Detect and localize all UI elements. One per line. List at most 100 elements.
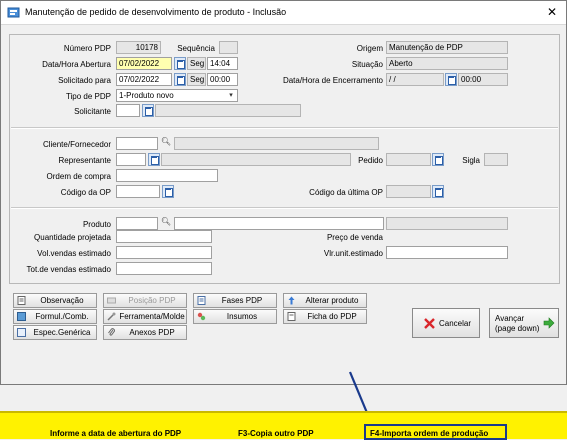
observacao-button[interactable]: Observação <box>13 293 97 308</box>
separator-1 <box>11 127 558 129</box>
espec-generica-label: Espec.Genérica <box>33 328 91 337</box>
solicitante-field[interactable] <box>116 104 140 117</box>
cliente-search-icon[interactable]: 🔍︎ <box>160 135 172 148</box>
representante-name-field <box>161 153 351 166</box>
codigo-ultima-op-field <box>386 185 431 198</box>
avancar-label: Avançar <box>495 314 525 323</box>
fases-pdp-button[interactable]: Fases PDP <box>193 293 277 308</box>
chevron-down-icon[interactable]: ▾ <box>225 90 237 101</box>
cancel-x-icon <box>424 318 435 329</box>
solicitado-para-label: Solicitado para <box>58 76 111 85</box>
encerramento-calendar-icon[interactable] <box>445 73 457 86</box>
produto-search-icon[interactable]: 🔍︎ <box>160 215 172 228</box>
sigla-label: Sigla <box>462 156 480 165</box>
situacao-field: Aberto <box>386 57 508 70</box>
anexos-pdp-button[interactable]: Anexos PDP <box>103 325 187 340</box>
numero-pdp-label: Número PDP <box>63 44 111 53</box>
representante-code-field[interactable] <box>116 153 146 166</box>
pedido-field <box>386 153 431 166</box>
ferramenta-molde-button[interactable]: Ferramenta/Molde <box>103 309 187 324</box>
sequencia-label: Sequência <box>177 44 215 53</box>
edit-product-icon <box>288 296 295 305</box>
alterar-produto-button[interactable]: Alterar produto <box>283 293 367 308</box>
formul-comb-label: Formul./Comb. <box>35 312 89 321</box>
representante-lookup-icon[interactable] <box>148 153 160 166</box>
avancar-button[interactable]: Avançar (page down) <box>489 308 559 338</box>
cliente-label: Cliente/Fornecedor <box>42 140 111 149</box>
pedido-lookup-icon[interactable] <box>432 153 444 166</box>
vlr-unit-field[interactable] <box>386 246 508 259</box>
solicitado-para-field[interactable]: 07/02/2022 <box>116 73 172 86</box>
paperclip-icon <box>108 328 115 336</box>
produto-extra-field <box>386 217 508 230</box>
produto-code-field[interactable] <box>116 217 158 230</box>
codigo-ultima-op-lookup-icon[interactable] <box>432 185 444 198</box>
qtd-projetada-field[interactable] <box>116 230 212 243</box>
data-abertura-time[interactable]: 14:04 <box>207 57 238 70</box>
tool-icon <box>107 312 116 321</box>
insumos-button[interactable]: Insumos <box>193 309 277 324</box>
ferramenta-molde-label: Ferramenta/Molde <box>119 312 185 321</box>
alterar-produto-label: Alterar produto <box>305 296 359 305</box>
codigo-op-lookup-icon[interactable] <box>162 185 174 198</box>
form-sheet-icon <box>287 312 296 321</box>
close-button[interactable]: ✕ <box>544 4 560 20</box>
formula-icon <box>17 312 26 321</box>
data-abertura-calendar-icon[interactable] <box>174 57 186 70</box>
ficha-pdp-button[interactable]: Ficha do PDP <box>283 309 367 324</box>
fases-pdp-label: Fases PDP <box>221 296 263 305</box>
anexos-pdp-label: Anexos PDP <box>129 328 175 337</box>
solicitado-para-calendar-icon[interactable] <box>174 73 186 86</box>
app-icon <box>7 6 20 19</box>
solicitado-para-time[interactable]: 00:00 <box>207 73 238 86</box>
tot-vendas-label: Tot.de vendas estimado <box>26 265 112 274</box>
posicao-pdp-label: Posição PDP <box>128 296 176 305</box>
data-abertura-label: Data/Hora Abertura <box>42 60 111 69</box>
solicitante-lookup-icon[interactable] <box>142 104 154 117</box>
posicao-pdp-button[interactable]: Posição PDP <box>103 293 187 308</box>
ordem-compra-field[interactable] <box>116 169 218 182</box>
representante-label: Representante <box>58 156 111 165</box>
ordem-compra-label: Ordem de compra <box>46 172 111 181</box>
encerramento-label: Data/Hora de Encerramento <box>282 76 383 85</box>
produto-desc-field[interactable] <box>174 217 384 230</box>
status-hint: Informe a data de abertura do PDP <box>50 429 182 438</box>
status-f4-shortcut[interactable]: F4-Importa ordem de produção <box>370 429 488 438</box>
observacao-label: Observação <box>40 296 84 305</box>
numero-pdp-field: 10178 <box>116 41 161 54</box>
solicitante-name-field <box>155 104 301 117</box>
separator-2 <box>11 207 558 209</box>
tipo-pdp-select[interactable]: 1-Produto novo <box>116 89 238 102</box>
solicitado-para-day: Seg <box>187 73 206 86</box>
sigla-field <box>484 153 508 166</box>
vol-vendas-label: Vol.vendas estimado <box>37 249 111 258</box>
data-abertura-day: Seg <box>187 57 206 70</box>
window-title: Manutenção de pedido de desenvolvimento … <box>25 7 287 17</box>
produto-label: Produto <box>82 220 111 229</box>
ficha-pdp-label: Ficha do PDP <box>307 312 357 321</box>
cancelar-button[interactable]: Cancelar <box>412 308 480 338</box>
origem-label: Origem <box>356 44 383 53</box>
title-bar: Manutenção de pedido de desenvolvimento … <box>1 1 566 25</box>
avancar-sublabel: (page down) <box>495 324 540 333</box>
vlr-unit-label: Vlr.unit.estimado <box>323 249 383 258</box>
cliente-code-field[interactable] <box>116 137 158 150</box>
vol-vendas-field[interactable] <box>116 246 212 259</box>
encerramento-time: 00:00 <box>458 73 508 86</box>
phases-icon <box>197 296 206 305</box>
encerramento-field: / / <box>386 73 444 86</box>
document-icon <box>17 296 26 305</box>
codigo-ultima-op-label: Código da última OP <box>309 188 383 197</box>
codigo-op-label: Código da OP <box>60 188 111 197</box>
codigo-op-field[interactable] <box>116 185 160 198</box>
espec-generica-button[interactable]: Espec.Genérica <box>13 325 97 340</box>
pedido-label: Pedido <box>358 156 383 165</box>
data-abertura-field[interactable]: 07/02/2022 <box>116 57 172 70</box>
status-f3-shortcut[interactable]: F3-Copia outro PDP <box>238 429 314 438</box>
tot-vendas-field[interactable] <box>116 262 212 275</box>
sequencia-field <box>219 41 238 54</box>
formul-comb-button[interactable]: Formul./Comb. <box>13 309 97 324</box>
insumos-label: Insumos <box>226 312 258 321</box>
spec-icon <box>17 328 26 337</box>
position-icon <box>107 297 116 304</box>
